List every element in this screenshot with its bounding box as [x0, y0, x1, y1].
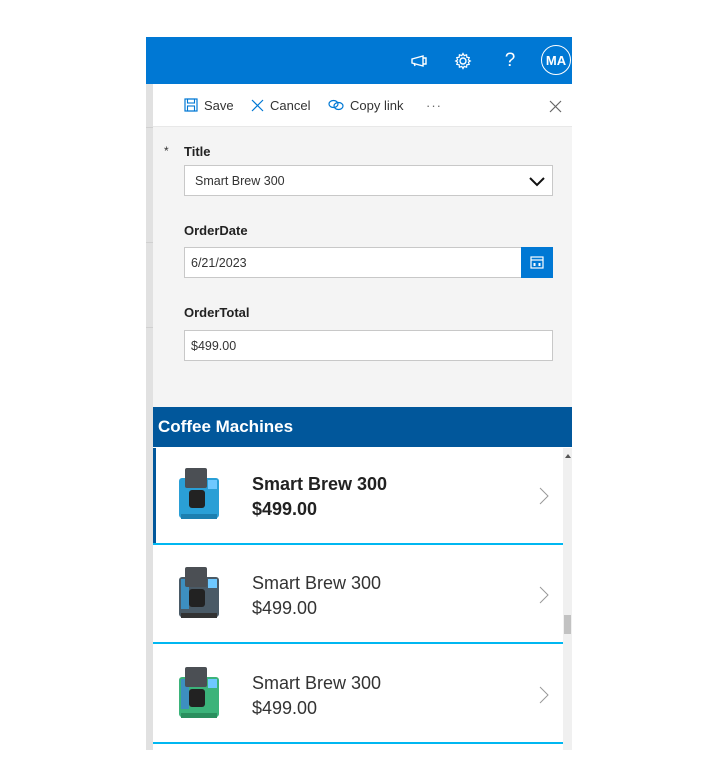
- copy-link-label: Copy link: [350, 97, 404, 113]
- orderdate-input[interactable]: 6/21/2023: [184, 247, 553, 278]
- date-picker-button[interactable]: [521, 247, 553, 278]
- close-panel-button[interactable]: [549, 97, 568, 115]
- cancel-button[interactable]: Cancel: [251, 96, 310, 114]
- coffee-machine-image: [179, 468, 219, 519]
- selection-indicator: [153, 448, 156, 545]
- calendar-icon: [530, 256, 544, 269]
- panel-left-edge: [146, 84, 153, 750]
- user-avatar[interactable]: MA: [541, 45, 571, 75]
- cancel-label: Cancel: [270, 97, 311, 113]
- gallery-item[interactable]: Smart Brew 300 $499.00: [153, 448, 563, 548]
- title-value: Smart Brew 300: [195, 173, 285, 188]
- close-icon: [549, 100, 562, 112]
- command-bar: Save Cancel Copy link ···: [153, 84, 572, 127]
- link-icon: [328, 99, 344, 111]
- form-body: * Title Smart Brew 300 OrderDate 6/21/20…: [153, 127, 572, 407]
- item-price: $499.00: [252, 698, 318, 718]
- item-name: Smart Brew 300: [252, 474, 388, 494]
- app-header-bar: ? MA: [146, 37, 572, 84]
- title-label: Title: [184, 144, 211, 159]
- chevron-down-icon: [529, 177, 545, 187]
- gallery-header: Coffee Machines: [153, 407, 572, 447]
- scrollbar-thumb[interactable]: [564, 615, 571, 634]
- ordertotal-value: $499.00: [191, 338, 237, 353]
- gallery-item[interactable]: Smart Brew 300 $499.00: [153, 547, 563, 647]
- item-price: $499.00: [252, 499, 318, 519]
- close-icon: [251, 99, 264, 111]
- chevron-right-icon[interactable]: [539, 686, 549, 704]
- save-icon: [184, 98, 198, 112]
- coffee-machines-gallery: Smart Brew 300 $499.00 Smart Brew 300 $4…: [153, 448, 563, 750]
- item-name: Smart Brew 300: [252, 573, 382, 593]
- save-label: Save: [204, 97, 234, 113]
- chevron-right-icon[interactable]: [539, 487, 549, 505]
- chevron-right-icon[interactable]: [539, 586, 549, 604]
- orderdate-label: OrderDate: [184, 223, 248, 238]
- item-price: $499.00: [252, 598, 318, 618]
- row-separator: [153, 742, 563, 744]
- scroll-up-arrow[interactable]: [565, 454, 571, 458]
- ordertotal-input[interactable]: $499.00: [184, 330, 553, 361]
- row-separator: [153, 543, 563, 545]
- orderdate-value: 6/21/2023: [191, 255, 247, 270]
- save-button[interactable]: Save: [184, 96, 234, 114]
- coffee-machine-image: [179, 667, 219, 718]
- gear-icon[interactable]: [449, 37, 477, 84]
- megaphone-icon[interactable]: [405, 37, 433, 84]
- gallery-item[interactable]: Smart Brew 300 $499.00: [153, 647, 563, 747]
- edit-form-panel: Save Cancel Copy link ··· * Title Smart …: [146, 84, 572, 750]
- required-marker: *: [164, 144, 169, 158]
- row-separator: [153, 642, 563, 644]
- help-icon[interactable]: ?: [498, 37, 522, 84]
- title-dropdown[interactable]: Smart Brew 300: [184, 165, 553, 196]
- coffee-machine-image: [179, 567, 219, 618]
- copy-link-button[interactable]: Copy link: [328, 96, 403, 114]
- more-options-button[interactable]: ···: [426, 96, 442, 114]
- item-name: Smart Brew 300: [252, 673, 382, 693]
- ordertotal-label: OrderTotal: [184, 305, 250, 320]
- gallery-scrollbar[interactable]: [563, 448, 572, 750]
